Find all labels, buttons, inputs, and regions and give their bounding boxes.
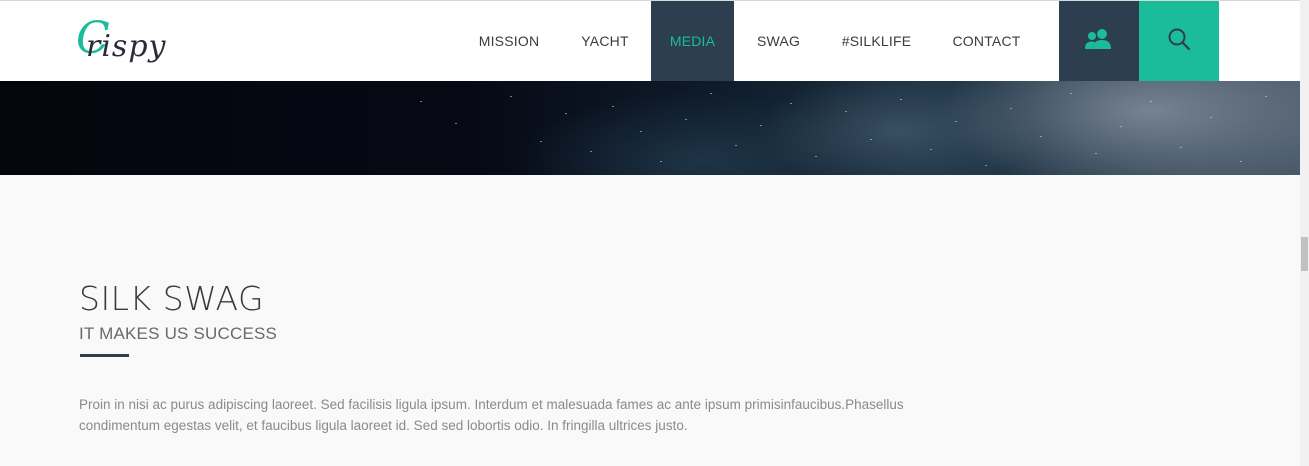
logo[interactable]: C rispy xyxy=(76,11,176,71)
hero-banner xyxy=(0,81,1300,175)
account-button[interactable] xyxy=(1059,1,1139,81)
section-title: SILK SWAG xyxy=(79,279,265,318)
nav-item-yacht[interactable]: YACHT xyxy=(559,1,651,81)
title-divider xyxy=(80,354,129,357)
search-button[interactable] xyxy=(1139,1,1219,81)
nav-item-contact[interactable]: CONTACT xyxy=(930,1,1043,81)
scrollbar-thumb[interactable] xyxy=(1301,237,1308,271)
search-icon xyxy=(1167,27,1191,56)
users-icon xyxy=(1083,28,1115,55)
logo-text: rispy xyxy=(86,29,167,64)
nav-item-media[interactable]: MEDIA xyxy=(651,1,734,81)
section-paragraph: Proin in nisi ac purus adipiscing laoree… xyxy=(79,397,904,433)
page-scrollbar[interactable] xyxy=(1300,0,1309,466)
nav-item-mission[interactable]: MISSION xyxy=(459,1,559,81)
nav-item-silklife[interactable]: #SILKLIFE xyxy=(823,1,930,81)
nav-item-swag[interactable]: SWAG xyxy=(734,1,823,81)
main-nav: MISSION YACHT MEDIA SWAG #SILKLIFE CONTA… xyxy=(459,1,1043,81)
section-subtitle: IT MAKES US SUCCESS xyxy=(79,324,278,343)
